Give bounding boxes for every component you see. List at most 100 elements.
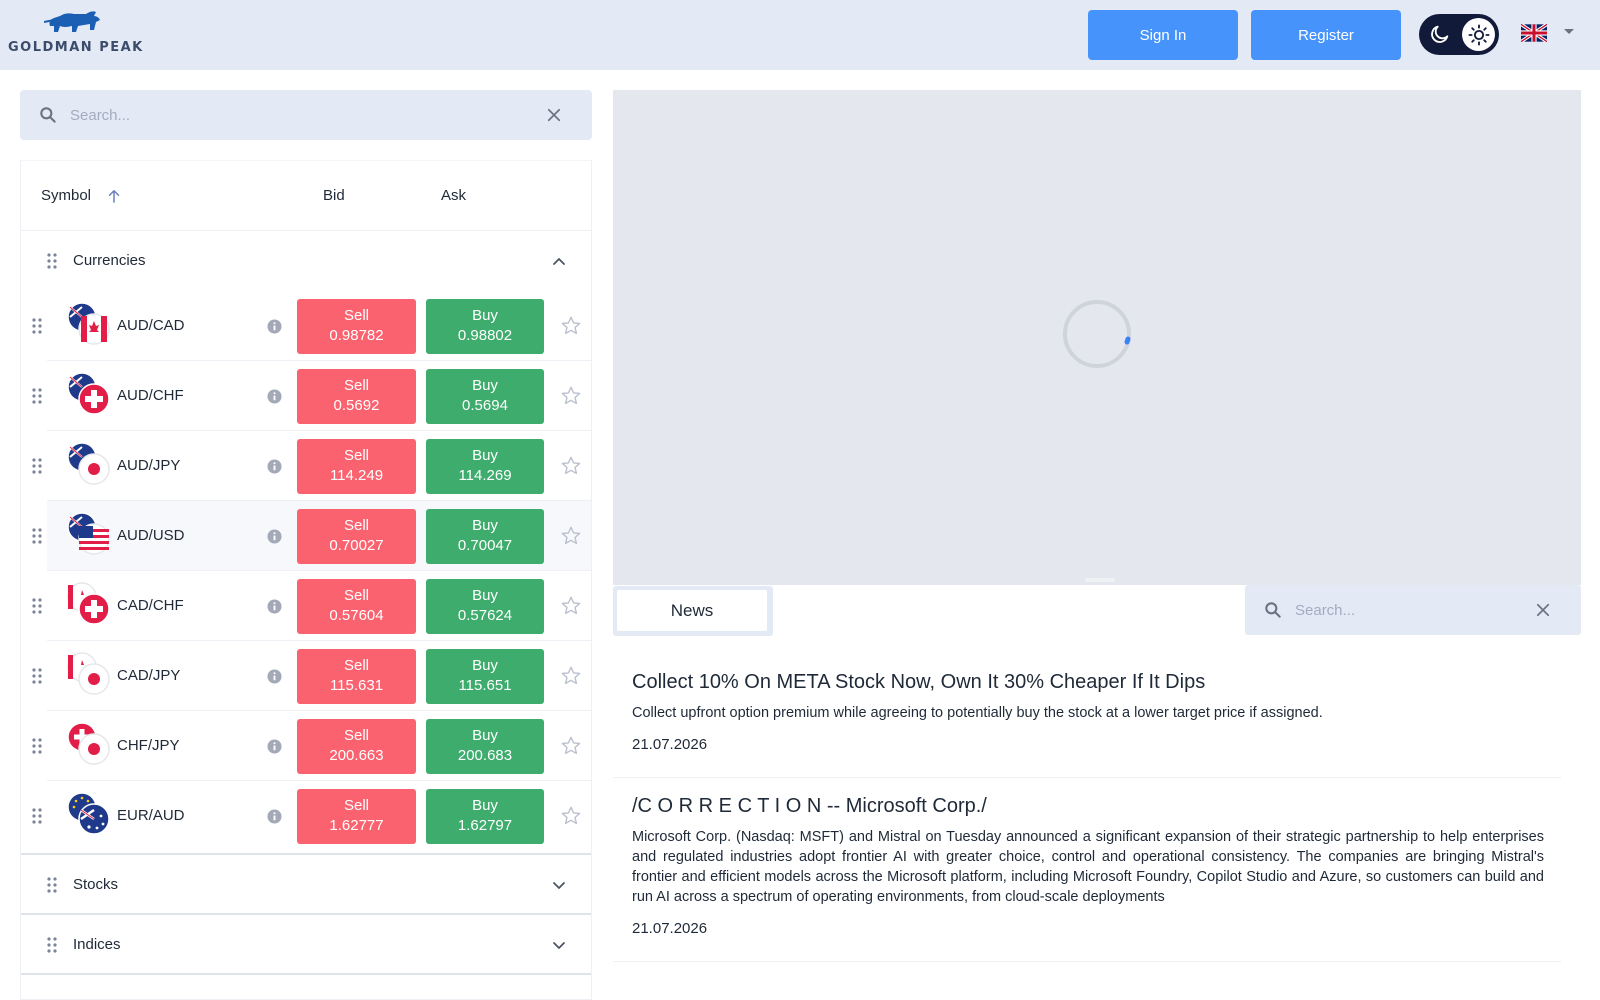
news-title[interactable]: /C O R R E C T I O N -- Microsoft Corp./ — [632, 793, 1544, 819]
favorite-star-icon[interactable] — [560, 315, 582, 337]
sell-button[interactable]: Sell 115.631 — [297, 649, 416, 704]
buy-label: Buy — [472, 377, 498, 394]
info-icon[interactable] — [267, 459, 282, 474]
goldman-peak-logo[interactable]: GOLDMAN PEAK — [8, 8, 158, 58]
ask-price: 114.269 — [458, 467, 512, 484]
drag-handle-icon[interactable] — [32, 668, 42, 684]
aud-chf-flags-icon — [67, 372, 110, 415]
buy-label: Buy — [472, 307, 498, 324]
table-row[interactable]: AUD/CHF Sell 0.5692 Buy 0.5694 — [21, 361, 591, 431]
drag-handle-icon[interactable] — [32, 808, 42, 824]
drag-handle-icon[interactable] — [47, 877, 57, 893]
symbol-label: CHF/JPY — [117, 737, 180, 754]
table-row[interactable]: AUD/JPY Sell 114.249 Buy 114.269 — [21, 431, 591, 501]
language-selector[interactable] — [1521, 22, 1581, 46]
uk-flag-icon — [1521, 24, 1547, 42]
eur-aud-flags-icon — [67, 792, 110, 835]
table-row[interactable]: CHF/JPY Sell 200.663 Buy 200.683 — [21, 711, 591, 781]
buy-button[interactable]: Buy 0.70047 — [426, 509, 544, 564]
table-row[interactable]: AUD/USD Sell 0.70027 Buy 0.70047 — [21, 501, 591, 571]
buy-button[interactable]: Buy 114.269 — [426, 439, 544, 494]
buy-button[interactable]: Buy 0.5694 — [426, 369, 544, 424]
symbol-label: CAD/CHF — [117, 597, 184, 614]
buy-button[interactable]: Buy 0.57624 — [426, 579, 544, 634]
favorite-star-icon[interactable] — [560, 735, 582, 757]
symbol-label: AUD/CHF — [117, 387, 184, 404]
info-icon[interactable] — [267, 809, 282, 824]
info-icon[interactable] — [267, 599, 282, 614]
sell-button[interactable]: Sell 0.98782 — [297, 299, 416, 354]
sort-ascending-icon[interactable] — [105, 187, 123, 205]
news-summary: Collect upfront option premium while agr… — [632, 705, 1323, 721]
favorite-star-icon[interactable] — [560, 805, 582, 827]
group-divider — [21, 973, 591, 975]
clear-search-icon[interactable] — [545, 106, 563, 124]
register-button[interactable]: Register — [1251, 10, 1401, 60]
group-header-stocks[interactable]: Stocks — [21, 855, 591, 915]
news-separator — [613, 961, 1561, 962]
clear-search-icon[interactable] — [1534, 601, 1552, 619]
news-item[interactable]: Collect 10% On META Stock Now, Own It 30… — [632, 669, 1544, 753]
table-row[interactable]: CAD/CHF Sell 0.57604 Buy 0.57624 — [21, 571, 591, 641]
drag-handle-icon[interactable] — [32, 738, 42, 754]
panel-resize-handle[interactable] — [1085, 578, 1115, 582]
caret-down-icon — [1564, 29, 1574, 34]
buy-button[interactable]: Buy 0.98802 — [426, 299, 544, 354]
bid-price: 0.5692 — [333, 397, 380, 414]
chevron-up-icon[interactable] — [551, 253, 567, 269]
news-item[interactable]: /C O R R E C T I O N -- Microsoft Corp./… — [632, 793, 1544, 937]
group-label: Stocks — [73, 876, 119, 893]
news-search-input[interactable] — [1295, 597, 1515, 623]
favorite-star-icon[interactable] — [560, 665, 582, 687]
sell-button[interactable]: Sell 1.62777 — [297, 789, 416, 844]
bid-price: 115.631 — [329, 677, 384, 694]
table-row[interactable]: CAD/JPY Sell 115.631 Buy 115.651 — [21, 641, 591, 711]
ask-price: 0.98802 — [457, 327, 513, 344]
info-icon[interactable] — [267, 529, 282, 544]
group-header-currencies[interactable]: Currencies — [21, 231, 591, 291]
drag-handle-icon[interactable] — [32, 598, 42, 614]
favorite-star-icon[interactable] — [560, 455, 582, 477]
buy-button[interactable]: Buy 200.683 — [426, 719, 544, 774]
info-icon[interactable] — [267, 319, 282, 334]
theme-toggle[interactable] — [1419, 14, 1499, 55]
symbol-search-input[interactable] — [70, 102, 510, 128]
ask-price: 200.683 — [457, 747, 513, 764]
symbol-search — [20, 90, 592, 140]
chf-jpy-flags-icon — [67, 722, 110, 765]
sun-icon — [1467, 23, 1490, 46]
buy-button[interactable]: Buy 115.651 — [426, 649, 544, 704]
group-header-indices[interactable]: Indices — [21, 915, 591, 975]
buy-label: Buy — [472, 587, 498, 604]
favorite-star-icon[interactable] — [560, 595, 582, 617]
sell-button[interactable]: Sell 114.249 — [297, 439, 416, 494]
drag-handle-icon[interactable] — [32, 528, 42, 544]
buy-button[interactable]: Buy 1.62797 — [426, 789, 544, 844]
ask-price: 1.62797 — [457, 817, 513, 834]
drag-handle-icon[interactable] — [47, 253, 57, 269]
info-icon[interactable] — [267, 389, 282, 404]
sign-in-button[interactable]: Sign In — [1088, 10, 1238, 60]
chevron-down-icon[interactable] — [551, 937, 567, 953]
drag-handle-icon[interactable] — [32, 458, 42, 474]
info-icon[interactable] — [267, 669, 282, 684]
favorite-star-icon[interactable] — [560, 525, 582, 547]
favorite-star-icon[interactable] — [560, 385, 582, 407]
buy-label: Buy — [472, 517, 498, 534]
sell-button[interactable]: Sell 0.5692 — [297, 369, 416, 424]
chevron-down-icon[interactable] — [551, 877, 567, 893]
sell-button[interactable]: Sell 0.70027 — [297, 509, 416, 564]
drag-handle-icon[interactable] — [47, 937, 57, 953]
sell-button[interactable]: Sell 0.57604 — [297, 579, 416, 634]
tab-news[interactable]: News — [617, 590, 767, 631]
sell-button[interactable]: Sell 200.663 — [297, 719, 416, 774]
drag-handle-icon[interactable] — [32, 318, 42, 334]
chart-area[interactable] — [613, 90, 1581, 585]
table-row[interactable]: EUR/AUD Sell 1.62777 Buy 1.62797 — [21, 781, 591, 851]
table-row[interactable]: AUD/CAD Sell 0.98782 Buy 0.98802 — [21, 291, 591, 361]
news-title[interactable]: Collect 10% On META Stock Now, Own It 30… — [632, 669, 1544, 695]
info-icon[interactable] — [267, 739, 282, 754]
buy-label: Buy — [472, 797, 498, 814]
column-header-symbol[interactable]: Symbol — [41, 187, 91, 204]
drag-handle-icon[interactable] — [32, 388, 42, 404]
